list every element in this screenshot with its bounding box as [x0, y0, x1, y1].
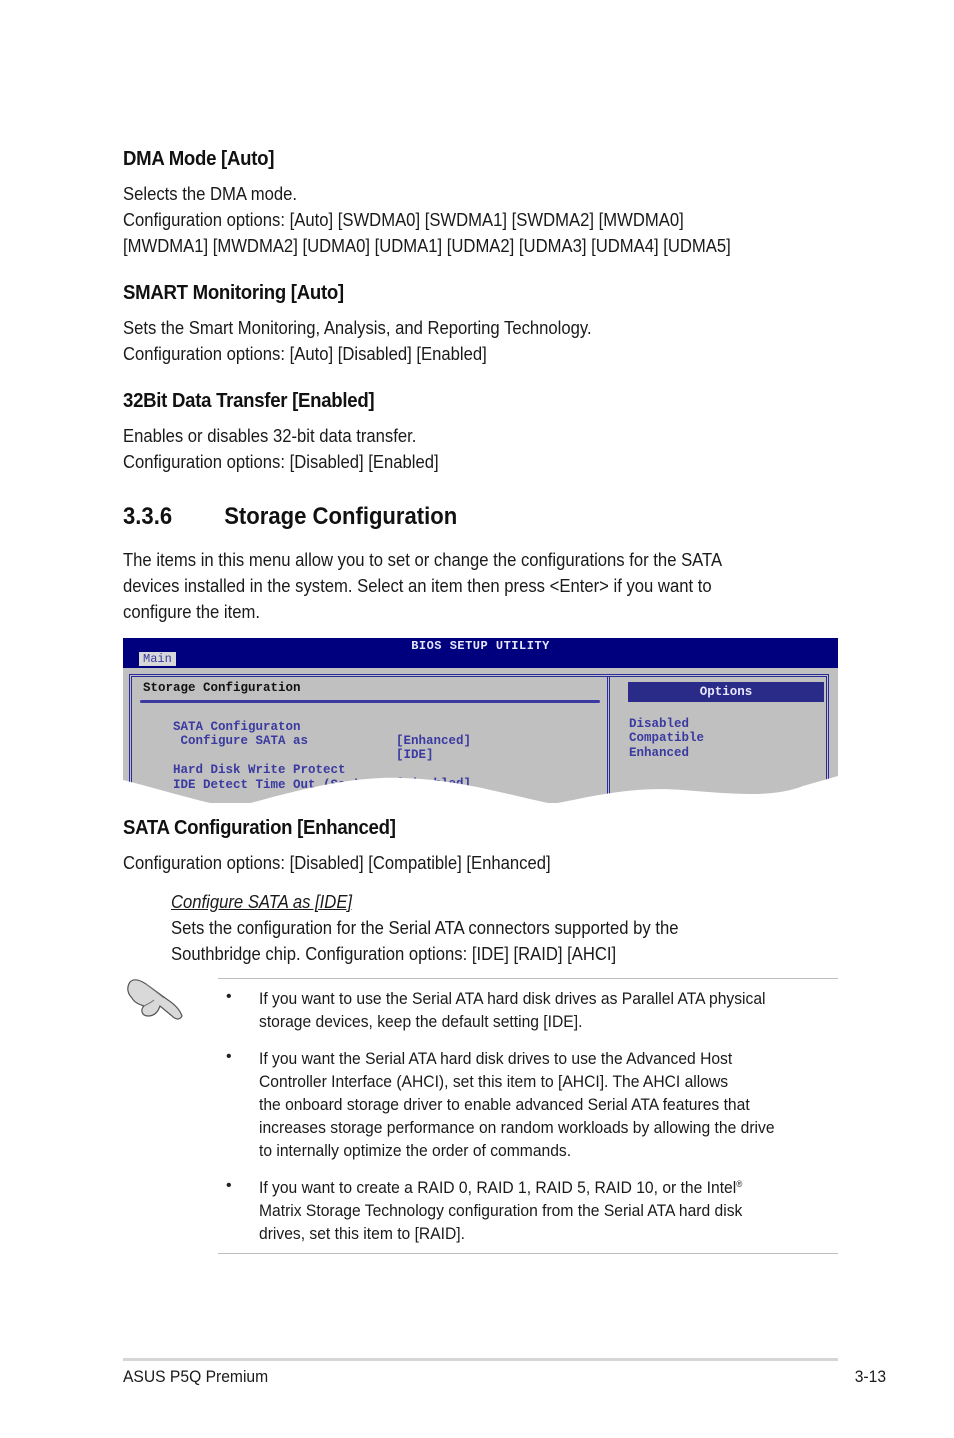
- section-number: 3.3.6: [123, 503, 173, 530]
- bios-option-disabled[interactable]: Disabled: [629, 717, 689, 731]
- storage-intro-line1: The items in this menu allow you to set …: [123, 549, 723, 570]
- storage-intro-line3: configure the item.: [123, 601, 260, 622]
- bullet: •: [226, 988, 232, 1005]
- footer-product: ASUS P5Q Premium: [123, 1367, 269, 1386]
- bios-section-title: Storage Configuration: [143, 681, 301, 695]
- bios-section-underline: [140, 700, 600, 703]
- note-item-3-line1: If you want to create a RAID 0, RAID 1, …: [259, 1176, 742, 1199]
- smart-monitoring-heading: SMART Monitoring [Auto]: [123, 282, 344, 304]
- dma-mode-description: Selects the DMA mode.: [123, 183, 297, 204]
- bios-options-header: Options: [628, 682, 824, 702]
- configure-sata-as-description-line1: Sets the configuration for the Serial AT…: [171, 917, 679, 938]
- configure-sata-as-description-line2: Southbridge chip. Configuration options:…: [171, 943, 617, 964]
- bios-title: BIOS SETUP UTILITY: [411, 639, 550, 653]
- pointing-hand-icon: [127, 979, 183, 1020]
- dma-mode-options-line2: [MWDMA1] [MWDMA2] [UDMA0] [UDMA1] [UDMA2…: [123, 235, 731, 256]
- bios-option-enhanced[interactable]: Enhanced: [629, 746, 689, 760]
- note-item-3-text: If you want to create a RAID 0, RAID 1, …: [259, 1178, 737, 1197]
- dma-mode-options-line1: Configuration options: [Auto] [SWDMA0] […: [123, 209, 684, 230]
- dma-mode-heading: DMA Mode [Auto]: [123, 148, 275, 170]
- configure-sata-as-subheading: Configure SATA as [IDE]: [171, 891, 353, 912]
- footer-page-number: 3-13: [854, 1367, 886, 1386]
- bullet: •: [226, 1048, 232, 1065]
- data-transfer-description: Enables or disables 32-bit data transfer…: [123, 425, 417, 446]
- note-item-1-line2: storage devices, keep the default settin…: [259, 1012, 583, 1031]
- data-transfer-options: Configuration options: [Disabled] [Enabl…: [123, 451, 439, 472]
- note-item-2-line2: Controller Interface (AHCI), set this it…: [259, 1072, 729, 1091]
- note-item-1-line1: If you want to use the Serial ATA hard d…: [259, 989, 766, 1008]
- bios-option-compatible[interactable]: Compatible: [629, 731, 704, 745]
- note-item-2-line3: the onboard storage driver to enable adv…: [259, 1095, 750, 1114]
- smart-monitoring-options: Configuration options: [Auto] [Disabled]…: [123, 343, 487, 364]
- note-item-2-line4: increases storage performance on random …: [259, 1118, 775, 1137]
- sata-configuration-options: Configuration options: [Disabled] [Compa…: [123, 852, 551, 873]
- bios-row-value: [IDE]: [396, 748, 434, 762]
- storage-intro-line2: devices installed in the system. Select …: [123, 575, 712, 596]
- torn-edge-decoration: [123, 776, 838, 803]
- bios-row-label: Configure SATA as: [173, 734, 309, 748]
- bios-tab-main[interactable]: Main: [139, 652, 176, 666]
- smart-monitoring-description: Sets the Smart Monitoring, Analysis, and…: [123, 317, 592, 338]
- footer-rule: [123, 1358, 838, 1361]
- sata-configuration-heading: SATA Configuration [Enhanced]: [123, 817, 396, 839]
- note-bottom-rule: [218, 1253, 838, 1254]
- note-item-2-line5: to internally optimize the order of comm…: [259, 1141, 572, 1160]
- bios-screenshot: BIOS SETUP UTILITY Main Storage Configur…: [123, 638, 838, 803]
- bios-row-value: [Enhanced]: [396, 734, 472, 748]
- note-item-3-line3: drives, set this item to [RAID].: [259, 1224, 465, 1243]
- note-item-2-line1: If you want the Serial ATA hard disk dri…: [259, 1049, 733, 1068]
- note-item-3-line2: Matrix Storage Technology configuration …: [259, 1201, 743, 1220]
- data-transfer-heading: 32Bit Data Transfer [Enabled]: [123, 390, 375, 412]
- bullet: •: [226, 1177, 232, 1194]
- section-title: Storage Configuration: [224, 503, 458, 530]
- registered-mark: ®: [736, 1179, 743, 1189]
- storage-configuration-title: 3.3.6 Storage Configuration: [123, 503, 457, 531]
- note-top-rule: [218, 978, 838, 979]
